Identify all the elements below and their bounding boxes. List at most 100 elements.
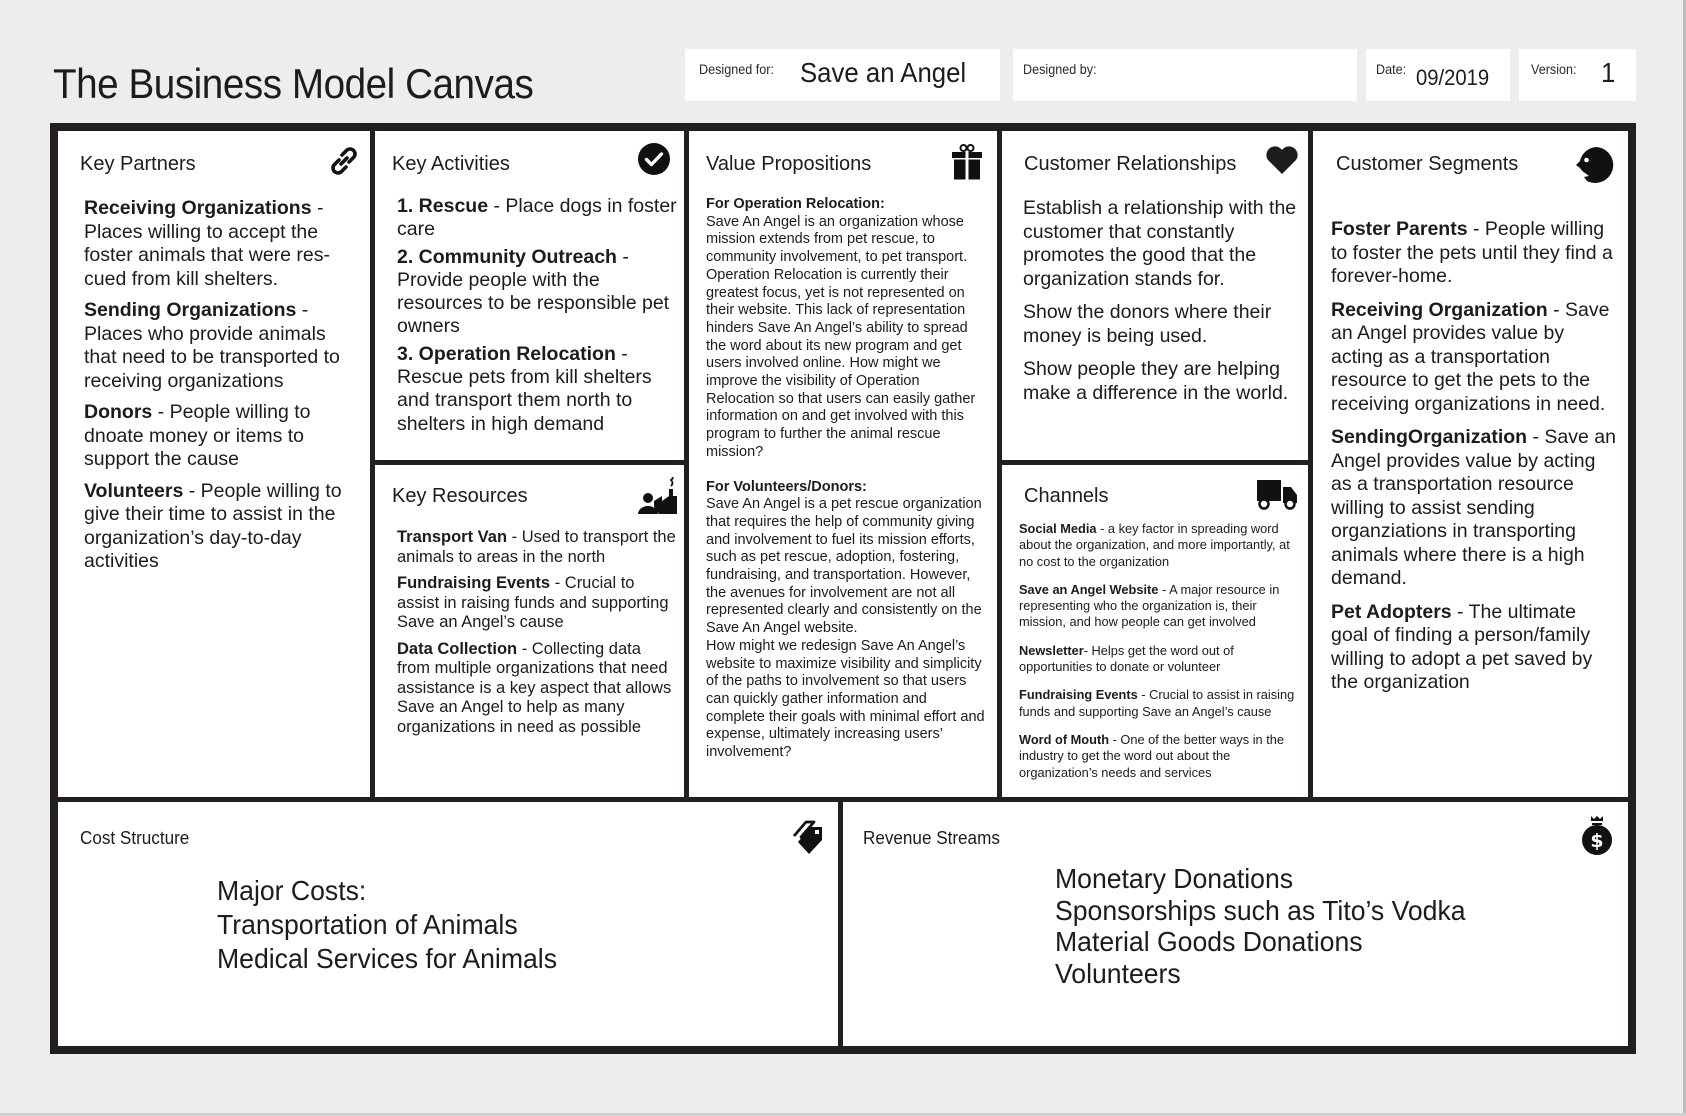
list-item: Save an Angel Website - A major resource…	[1019, 582, 1303, 631]
list-item: Social Media - a key factor in spreading…	[1019, 521, 1303, 570]
customer-segments-list: Foster Parents - People will­ing to fost…	[1331, 218, 1616, 703]
list-item: Material Goods Donations	[1055, 926, 1363, 957]
gift-icon	[951, 144, 983, 180]
designed-for-value: Save an Angel	[800, 57, 967, 88]
list-item: Major Costs:	[217, 875, 367, 906]
list-item: Donors - People willing to dnoate money …	[84, 401, 354, 472]
cost-structure-section[interactable]: Cost Structure Major Costs: Transportati…	[58, 802, 838, 1046]
entry-term: Transport Van	[397, 528, 508, 546]
key-resources-title: Key Resources	[392, 485, 528, 507]
list-item: Fundraising Events - Crucial to assist i…	[397, 574, 677, 633]
entry-term: Donors	[84, 401, 153, 423]
list-item: Transport Van - Used to transport the an…	[397, 528, 677, 567]
entry-term: Save an Angel Website	[1019, 581, 1159, 597]
list-item: Newsletter- Helps get the word out of op…	[1019, 643, 1303, 676]
entry-term: Foster Parents	[1331, 218, 1468, 240]
version-label: Version:	[1531, 61, 1577, 77]
entry-term: Social Media	[1019, 521, 1097, 536]
vp-section-volunteers: For Volunteers/Donors: Save An Angel is …	[706, 479, 988, 762]
channels-section[interactable]: Channels Social Media - a key factor in …	[1002, 465, 1308, 797]
designed-for-label: Designed for:	[699, 61, 774, 77]
list-item: Foster Parents - People will­ing to fost…	[1331, 218, 1616, 289]
key-partners-list: Receiving Organizations - Places willing…	[84, 197, 354, 582]
entry-term: Fundraising Events	[397, 574, 551, 592]
vp-section-relocation: For Operation Relocation: Save An Angel …	[706, 196, 988, 462]
date-field[interactable]: Date: 09/2019	[1366, 49, 1510, 101]
date-value: 09/2019	[1416, 65, 1490, 90]
list-item: Fundraising Events - Crucial to assist i…	[1019, 687, 1303, 720]
face-icon	[1575, 146, 1615, 184]
vp-heading: For Operation Relocation:	[706, 196, 885, 212]
designed-for-field[interactable]: Designed for: Save an Angel	[685, 49, 1000, 101]
cost-structure-list: Major Costs: Transportation of Animals M…	[217, 874, 557, 976]
revenue-streams-title: Revenue Streams	[863, 828, 1000, 848]
list-item: Pet Adopters - The ultimate goal of find…	[1331, 601, 1616, 695]
list-item: Receiving Organizations - Places willing…	[84, 197, 354, 291]
entry-term: 3. Operation Relocation	[397, 342, 616, 365]
list-item: Volunteers - People willing to give thei…	[84, 480, 354, 574]
list-item: Data Collection - Collecting data from m…	[397, 640, 677, 738]
value-propositions-body: For Operation Relocation: Save An Angel …	[706, 196, 988, 762]
worker-factory-icon	[637, 477, 679, 515]
list-item: Word of Mouth - One of the better ways i…	[1019, 732, 1303, 781]
business-model-canvas: Key Partners Receiving Organizations - P…	[50, 123, 1636, 1054]
key-resources-section[interactable]: Key Resources Transport Van - Used to tr…	[375, 465, 684, 797]
paragraph: Show the donors where their money is bei…	[1023, 301, 1272, 347]
customer-relationships-section[interactable]: Customer Relationships Establish a relat…	[1002, 131, 1308, 460]
money-bag-icon: $	[1580, 814, 1614, 856]
paragraph: Establish a relationship with the custom…	[1023, 197, 1297, 290]
list-item: Receiving Organization - Save an Angel p…	[1331, 299, 1616, 417]
entry-term: Word of Mouth	[1019, 731, 1110, 747]
key-partners-title: Key Partners	[80, 153, 196, 175]
entry-desc: - Save an Angel provides value by acting…	[1331, 426, 1616, 589]
value-propositions-title: Value Propositions	[706, 153, 872, 175]
vp-body: Save An Angel is a pet rescue organiza­t…	[706, 496, 982, 637]
vp-body-question: How might we redesign Save An Angel’s we…	[706, 637, 985, 761]
revenue-streams-list: Monetary Donations Sponsorships such as …	[1055, 863, 1466, 989]
truck-icon	[1256, 478, 1298, 510]
version-field[interactable]: Version: 1	[1519, 49, 1636, 101]
designed-by-field[interactable]: Designed by:	[1013, 49, 1357, 101]
entry-term: SendingOrganization	[1331, 426, 1528, 448]
entry-term: Volunteers	[84, 479, 184, 502]
list-item: SendingOrganization - Save an Angel prov…	[1331, 426, 1616, 591]
list-item: Monetary Donations	[1055, 863, 1294, 894]
list-item: Sponsorships such as Tito’s Vodka	[1055, 894, 1466, 926]
entry-term: 1. Rescue	[397, 195, 489, 217]
list-item: Transportation of Animals	[217, 909, 518, 940]
vp-body: Save An Angel is an organization whose m…	[706, 213, 976, 460]
list-item: 1. Rescue - Place dogs in foster care	[397, 195, 677, 242]
key-activities-list: 1. Rescue - Place dogs in foster care 2.…	[397, 195, 677, 444]
customer-relationships-body: Establish a relationship with the custom…	[1023, 197, 1303, 415]
check-circle-icon	[637, 142, 671, 176]
entry-term: Fundraising Events	[1019, 687, 1138, 703]
list-item: Sending Organizations - Places who provi…	[84, 299, 354, 393]
channels-title: Channels	[1024, 485, 1109, 507]
paragraph: Show people they are helping make a diff…	[1023, 358, 1289, 404]
entry-term: Receiving Organizations	[84, 197, 312, 219]
customer-segments-section[interactable]: Customer Segments Foster Parents - Peopl…	[1313, 131, 1628, 797]
customer-segments-title: Customer Segments	[1336, 153, 1519, 175]
entry-term: Data Collection	[397, 639, 518, 658]
page-title: The Business Model Canvas	[53, 60, 534, 107]
price-tag-icon	[790, 818, 824, 856]
list-item: 2. Community Outreach - Provide people w…	[397, 246, 677, 339]
list-item: 3. Operation Relocation - Rescue pets fr…	[397, 343, 677, 436]
revenue-streams-section[interactable]: Revenue Streams $ Monetary Donations Spo…	[843, 802, 1628, 1046]
key-activities-section[interactable]: Key Activities 1. Rescue - Place dogs in…	[375, 131, 684, 460]
version-value: 1	[1601, 57, 1616, 88]
entry-term: Receiving Organization	[1331, 298, 1548, 321]
key-resources-list: Transport Van - Used to transport the an…	[397, 528, 677, 745]
list-item: Volunteers	[1055, 957, 1181, 989]
customer-relationships-title: Customer Relationships	[1024, 153, 1237, 175]
heart-icon	[1265, 145, 1299, 175]
value-propositions-section[interactable]: Value Propositions For Operation Relocat…	[689, 131, 997, 797]
entry-term: 2. Community Outreach	[397, 245, 617, 268]
cost-structure-title: Cost Structure	[80, 828, 190, 848]
key-activities-title: Key Activities	[392, 153, 510, 175]
key-partners-section[interactable]: Key Partners Receiving Organizations - P…	[58, 131, 370, 797]
list-item: Medical Services for Animals	[217, 943, 558, 974]
vp-heading: For Volunteers/Donors:	[706, 478, 867, 495]
entry-term: Newsletter	[1019, 642, 1084, 658]
date-label: Date:	[1376, 61, 1407, 77]
